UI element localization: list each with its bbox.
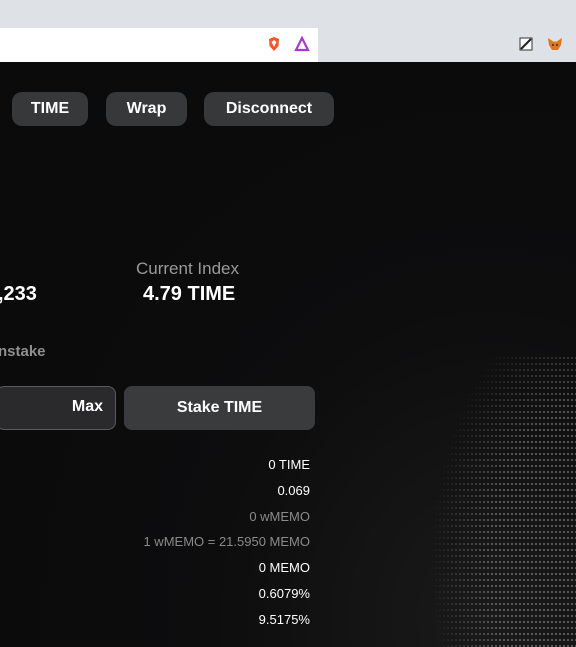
time-button[interactable]: TIME (12, 92, 88, 126)
amount-input[interactable]: Max (0, 386, 116, 430)
wrap-button[interactable]: Wrap (106, 92, 187, 126)
browser-toolbar (0, 0, 576, 62)
wrap-rate-value: 1 wMEMO = 21.5950 MEMO (143, 534, 310, 549)
current-index-value: 4.79 TIME (143, 283, 236, 305)
total-value-partial: ,233 (0, 283, 37, 305)
decorative-dot-pattern (430, 355, 576, 647)
roi-value: 9.5175% (258, 612, 310, 627)
wrapped-balance-value: 0 wMEMO (249, 509, 310, 524)
tab-unstake[interactable]: nstake (0, 343, 46, 360)
disconnect-button[interactable]: Disconnect (204, 92, 334, 126)
current-index-label: Current Index (136, 259, 239, 278)
max-button[interactable]: Max (72, 398, 103, 416)
stake-button[interactable]: Stake TIME (124, 386, 315, 430)
brave-shield-icon[interactable] (266, 36, 282, 52)
next-reward-yield-value: 0.6079% (258, 586, 310, 601)
staked-balance-value: 0.069 (277, 483, 310, 498)
brave-rewards-icon[interactable] (294, 36, 310, 52)
metamask-fox-icon[interactable] (547, 36, 563, 52)
next-reward-value: 0 MEMO (258, 560, 310, 575)
your-balance-value: 0 TIME (268, 457, 310, 472)
address-bar[interactable] (0, 28, 318, 62)
extension-icon[interactable] (518, 36, 534, 52)
